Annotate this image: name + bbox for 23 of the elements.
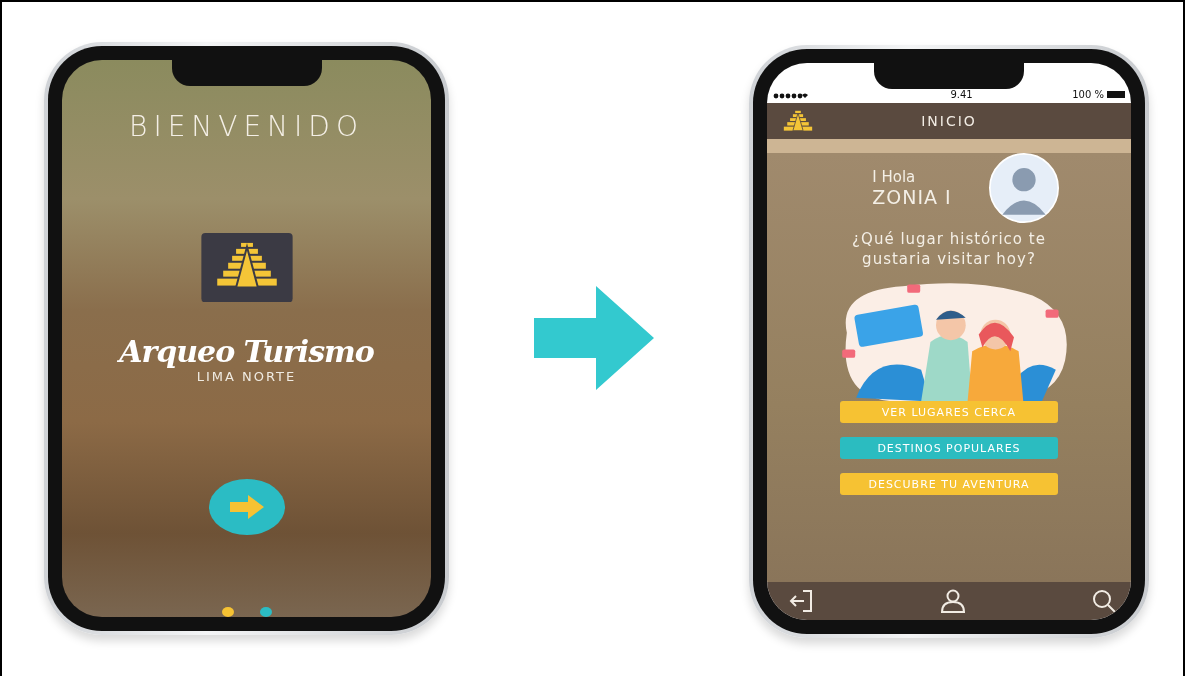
right-arrow-icon: [534, 286, 654, 390]
menu-button[interactable]: VER LUGARES CERCA: [840, 401, 1058, 423]
profile-icon[interactable]: [940, 589, 966, 613]
status-time: 9.41: [950, 89, 973, 100]
battery-icon: [1107, 91, 1125, 98]
page-indicator-dot[interactable]: [221, 607, 234, 617]
header-title: INICIO: [920, 113, 978, 129]
logout-icon[interactable]: [789, 589, 815, 613]
welcome-title: BIENVENIDO: [129, 110, 364, 143]
pyramid-logo-icon[interactable]: [781, 109, 815, 133]
menu-button[interactable]: DESCUBRE TU AVENTURA: [840, 473, 1058, 495]
greeting-text: I Hola: [872, 168, 917, 186]
right-arrow-icon: [229, 495, 264, 520]
brand-name: Arqueo Turismo: [119, 334, 374, 370]
question-text: ¿Qué lugar histórico te gustaria visitar hoy?: [851, 229, 1047, 269]
signal-icon: [773, 92, 811, 100]
brand-subtitle: LIMA NORTE: [196, 369, 297, 385]
battery-percent: 100 %: [1072, 89, 1104, 100]
user-name: ZONIA I: [872, 186, 952, 208]
page-indicator-dot[interactable]: [259, 607, 272, 617]
search-icon[interactable]: [1091, 589, 1117, 613]
menu-button[interactable]: DESTINOS POPULARES: [840, 437, 1058, 459]
pyramid-logo-icon: [200, 233, 293, 303]
